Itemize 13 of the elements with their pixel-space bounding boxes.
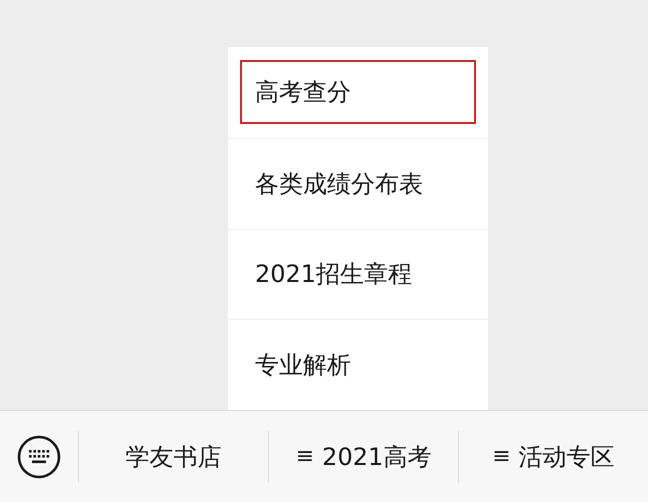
keyboard-icon [17, 434, 61, 478]
menu-item[interactable]: 各类成绩分布表 [240, 152, 476, 216]
bottom-menu-label: 学友书店 [126, 442, 222, 472]
bottom-menu-label: 2021高考 [322, 442, 432, 472]
menu-item[interactable]: 高考查分 [240, 60, 476, 124]
bottom-menu-button[interactable]: ≡ 活动专区 [459, 411, 648, 502]
menu-item[interactable]: 2021招生章程 [240, 242, 476, 306]
menu-icon: ≡ [492, 444, 511, 469]
bottom-menu-label: 活动专区 [518, 442, 615, 472]
menu-item[interactable]: 专业解析 [240, 333, 476, 398]
bottom-menu-button[interactable]: 学友书店 [79, 411, 268, 502]
bottom-menu-button[interactable]: ≡ 2021高考 [269, 411, 458, 502]
menu-icon: ≡ [296, 444, 314, 469]
